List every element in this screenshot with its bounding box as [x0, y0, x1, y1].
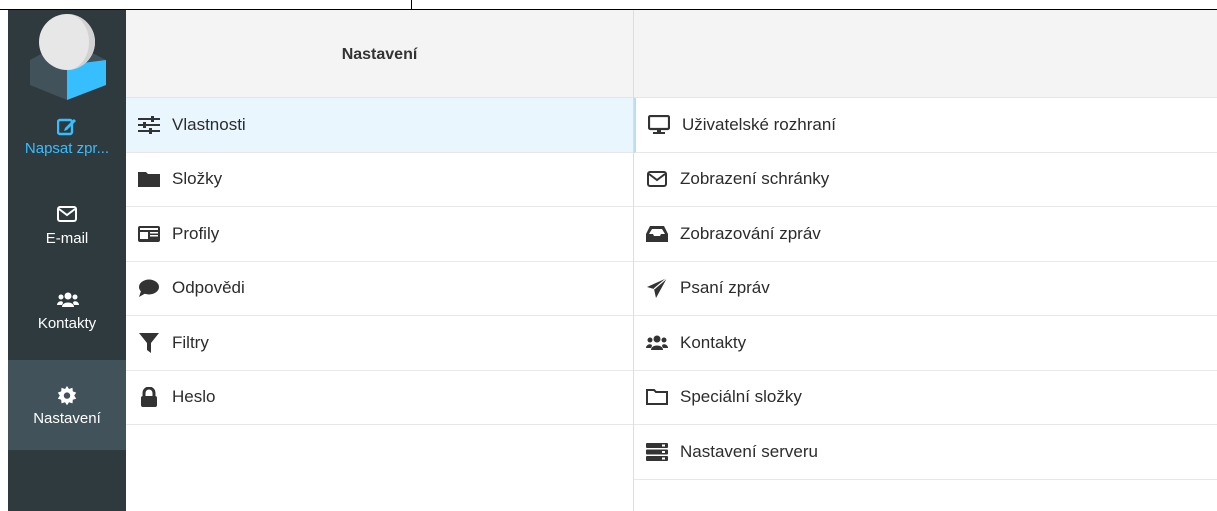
settings-item-label: Profily — [172, 223, 220, 243]
settings-list-header: Nastavení — [126, 10, 633, 98]
section-server-settings[interactable]: Nastavení serveru — [634, 425, 1217, 480]
section-label: Zobrazení schránky — [680, 169, 830, 189]
gear-icon — [57, 386, 77, 406]
filter-icon — [138, 332, 160, 353]
settings-item-filters[interactable]: Filtry — [126, 316, 633, 371]
nav-compose[interactable]: Napsat zpr... — [8, 110, 126, 176]
settings-item-preferences[interactable]: Vlastnosti — [126, 98, 633, 153]
inbox-icon — [646, 224, 668, 244]
nav-compose-label: Napsat zpr... — [24, 140, 110, 157]
users-icon — [57, 291, 79, 311]
id-card-icon — [138, 224, 160, 244]
envelope-icon — [57, 206, 77, 226]
folder-icon — [138, 169, 160, 189]
settings-item-label: Složky — [172, 169, 223, 189]
settings-list-panel: Nastavení Vlastnosti Složky Profily Odpo… — [126, 10, 634, 511]
app-logo[interactable] — [8, 10, 126, 100]
nav-settings-label: Nastavení — [33, 410, 101, 427]
navigation-rail: Napsat zpr... E-mail Kontakty Nastavení — [8, 10, 126, 511]
settings-item-label: Filtry — [172, 332, 209, 352]
section-label: Kontakty — [680, 332, 747, 352]
section-label: Zobrazování zpráv — [680, 223, 821, 243]
section-mailbox-view[interactable]: Zobrazení schránky — [634, 153, 1217, 207]
nav-mail[interactable]: E-mail — [8, 200, 126, 266]
settings-item-label: Vlastnosti — [172, 114, 246, 134]
section-label: Psaní zpráv — [680, 278, 770, 298]
section-composing[interactable]: Psaní zpráv — [634, 262, 1217, 316]
folder-outline-icon — [646, 387, 668, 407]
sections-header — [634, 10, 1217, 98]
section-user-interface[interactable]: Uživatelské rozhraní — [634, 98, 1217, 153]
nav-settings[interactable]: Nastavení — [8, 360, 126, 450]
users-icon — [646, 333, 668, 353]
nav-mail-label: E-mail — [45, 230, 89, 247]
preferences-sections-panel: Uživatelské rozhraní Zobrazení schránky … — [634, 10, 1217, 511]
envelope-outline-icon — [646, 169, 668, 189]
section-label: Uživatelské rozhraní — [682, 114, 837, 134]
settings-item-responses[interactable]: Odpovědi — [126, 262, 633, 316]
server-icon — [646, 442, 668, 462]
settings-item-label: Heslo — [172, 387, 216, 407]
nav-contacts[interactable]: Kontakty — [8, 285, 126, 351]
section-contacts[interactable]: Kontakty — [634, 316, 1217, 371]
top-edge — [0, 0, 1217, 10]
comment-icon — [138, 278, 160, 298]
settings-item-folders[interactable]: Složky — [126, 153, 633, 207]
panel-title: Nastavení — [341, 46, 418, 63]
settings-item-label: Odpovědi — [172, 278, 245, 298]
lock-icon — [138, 387, 160, 408]
section-special-folders[interactable]: Speciální složky — [634, 371, 1217, 425]
sliders-icon — [138, 115, 160, 135]
section-label: Nastavení serveru — [680, 441, 818, 461]
settings-item-identities[interactable]: Profily — [126, 207, 633, 262]
nav-contacts-label: Kontakty — [37, 315, 97, 332]
section-label: Speciální složky — [680, 387, 802, 407]
monitor-icon — [648, 114, 670, 135]
settings-item-password[interactable]: Heslo — [126, 371, 633, 425]
compose-icon — [56, 116, 77, 136]
paper-plane-icon — [646, 278, 668, 299]
section-message-view[interactable]: Zobrazování zpráv — [634, 207, 1217, 262]
